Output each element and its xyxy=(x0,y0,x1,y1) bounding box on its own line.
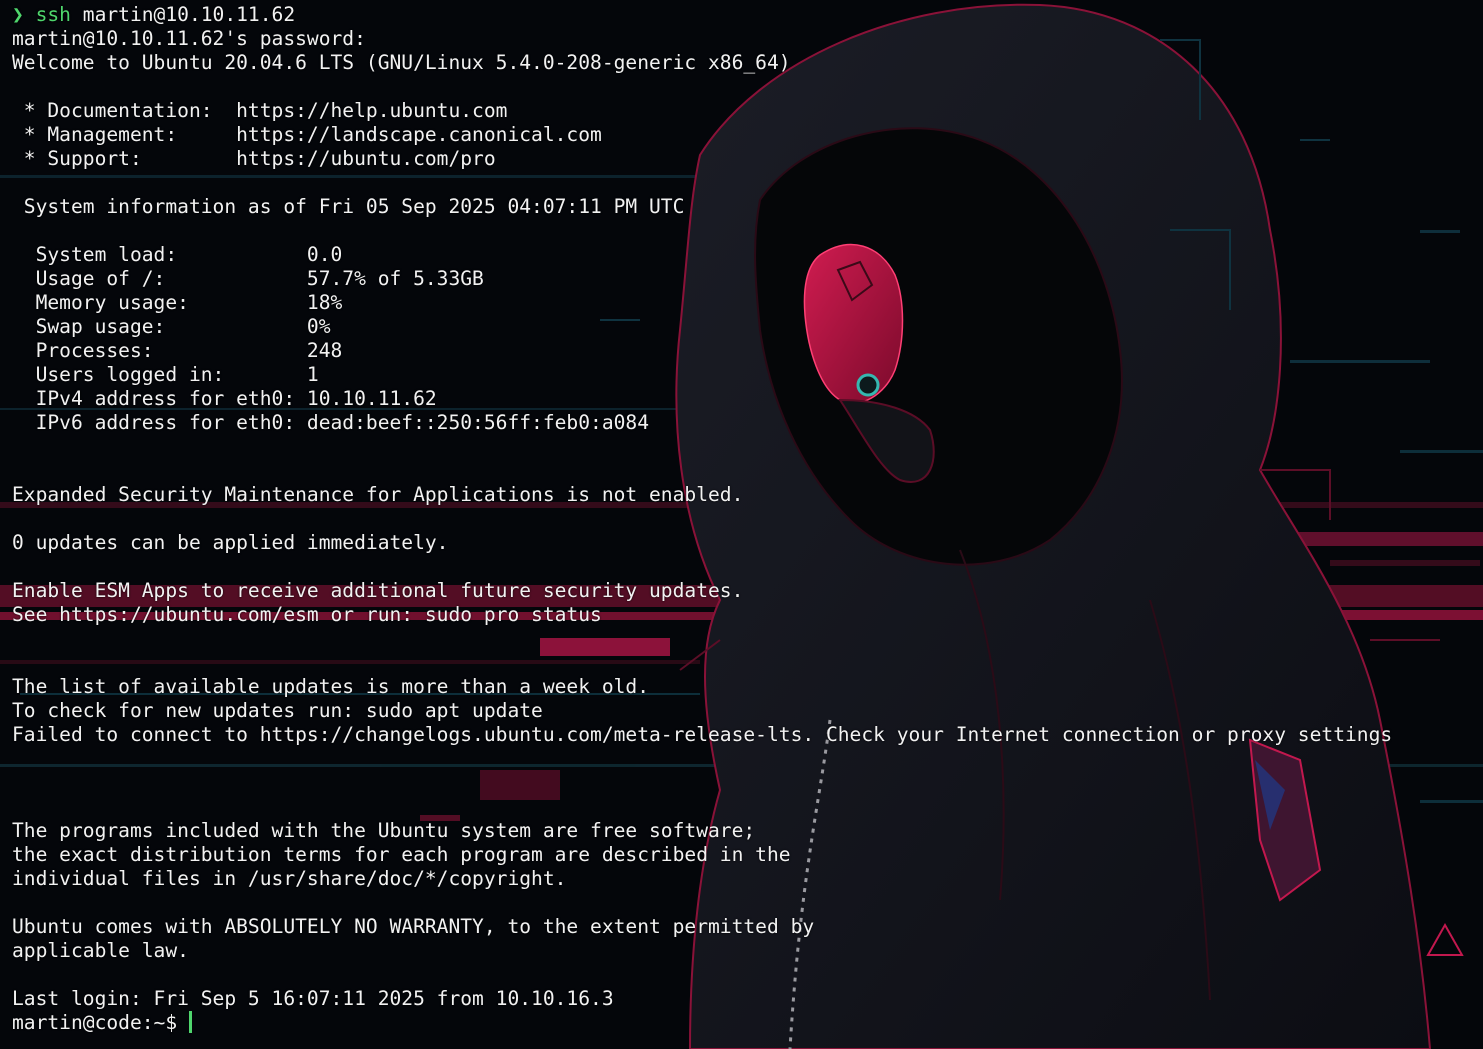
output-line: 0 updates can be applied immediately. xyxy=(12,531,449,554)
output-line: Welcome to Ubuntu 20.04.6 LTS (GNU/Linux… xyxy=(12,51,791,74)
output-line: Enable ESM Apps to receive additional fu… xyxy=(12,579,744,602)
output-line: martin@10.10.11.62's password: xyxy=(12,27,366,50)
shell-prompt-line[interactable]: martin@code:~$ xyxy=(12,1011,1392,1035)
output-line: applicable law. xyxy=(12,939,189,962)
output-line: To check for new updates run: sudo apt u… xyxy=(12,699,543,722)
terminal-output: ❯ ssh martin@10.10.11.62 martin@10.10.11… xyxy=(12,3,1392,1035)
output-line: The list of available updates is more th… xyxy=(12,675,650,698)
output-line: * Documentation: https://help.ubuntu.com xyxy=(12,99,508,122)
command-args: martin@10.10.11.62 xyxy=(70,3,296,26)
output-lines: martin@10.10.11.62's password: Welcome to… xyxy=(12,27,1392,1011)
terminal-window[interactable]: ❯ ssh martin@10.10.11.62 martin@10.10.11… xyxy=(0,0,1483,1049)
output-line: individual files in /usr/share/doc/*/cop… xyxy=(12,867,567,890)
command-name: ssh xyxy=(35,3,71,26)
output-line: System information as of Fri 05 Sep 2025… xyxy=(12,195,685,218)
text-cursor xyxy=(189,1011,193,1033)
output-line: Memory usage: 18% xyxy=(12,291,343,314)
output-line: Swap usage: 0% xyxy=(12,315,331,338)
output-line: See https://ubuntu.com/esm or run: sudo … xyxy=(12,603,602,626)
output-line: Processes: 248 xyxy=(12,339,343,362)
prompt-arrow-icon: ❯ xyxy=(12,3,24,26)
output-line: Last login: Fri Sep 5 16:07:11 2025 from… xyxy=(12,987,614,1010)
shell-prompt: martin@code:~$ xyxy=(12,1011,178,1034)
output-line: * Support: https://ubuntu.com/pro xyxy=(12,147,496,170)
output-line: Ubuntu comes with ABSOLUTELY NO WARRANTY… xyxy=(12,915,815,938)
output-line: Expanded Security Maintenance for Applic… xyxy=(12,483,744,506)
output-line: Failed to connect to https://changelogs.… xyxy=(12,723,1393,746)
output-line: * Management: https://landscape.canonica… xyxy=(12,123,602,146)
output-line: Usage of /: 57.7% of 5.33GB xyxy=(12,267,484,290)
output-line: IPv6 address for eth0: dead:beef::250:56… xyxy=(12,411,650,434)
command-line: ❯ ssh martin@10.10.11.62 xyxy=(12,3,1392,27)
output-line: IPv4 address for eth0: 10.10.11.62 xyxy=(12,387,437,410)
output-line: System load: 0.0 xyxy=(12,243,343,266)
output-line: the exact distribution terms for each pr… xyxy=(12,843,791,866)
output-line: Users logged in: 1 xyxy=(12,363,319,386)
output-line: The programs included with the Ubuntu sy… xyxy=(12,819,756,842)
